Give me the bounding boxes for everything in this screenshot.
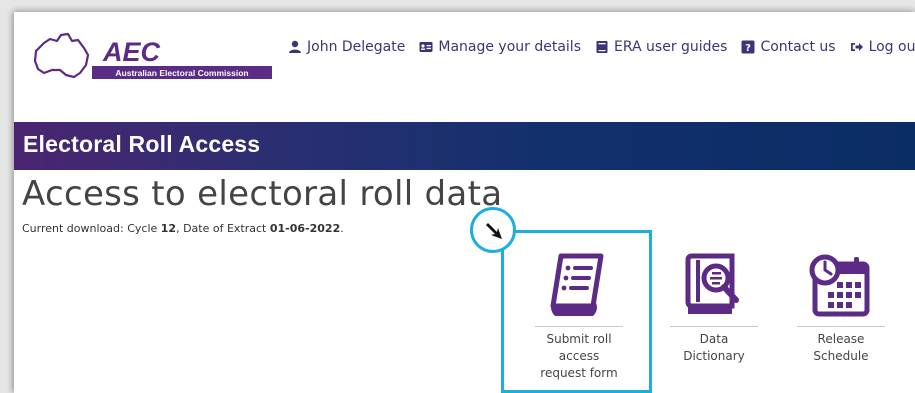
cycle-value: 12 (160, 222, 177, 235)
download-suffix: . (340, 222, 344, 235)
id-card-icon (419, 42, 433, 52)
logout-icon (850, 43, 863, 51)
current-download-info: Current download: Cycle 12, Date of Extr… (22, 222, 344, 235)
question-icon: ? (741, 40, 755, 54)
page-banner: Electoral Roll Access (14, 122, 915, 170)
contact-us-link[interactable]: ? Contact us (741, 39, 836, 55)
manage-details-link[interactable]: Manage your details (419, 39, 581, 55)
svg-text:Australian Electoral Commissio: Australian Electoral Commission (115, 68, 248, 78)
arrow-pointer-icon (486, 223, 502, 239)
data-dictionary-tile[interactable]: Data Dictionary (660, 250, 768, 365)
extract-date-value: 01-06-2022 (269, 222, 341, 235)
tile-divider (797, 326, 885, 327)
tile-divider (670, 326, 758, 327)
user-guides-label: ERA user guides (614, 39, 728, 55)
australia-map-icon (33, 32, 90, 79)
page-title: Access to electoral roll data (22, 174, 503, 214)
pointer-callout (470, 207, 516, 253)
banner-title: Electoral Roll Access (23, 131, 261, 157)
user-label: John Delegate (307, 39, 406, 55)
book-icon (596, 41, 608, 53)
highlight-box (501, 230, 652, 393)
dictionary-book-icon (685, 253, 739, 314)
aec-logo[interactable]: AEC Australian Electoral Commission (30, 29, 275, 85)
release-schedule-label: Release Schedule (813, 332, 869, 363)
log-out-label: Log out (868, 39, 915, 55)
log-out-link[interactable]: Log out (850, 39, 915, 55)
svg-text:AEC: AEC (102, 37, 161, 67)
release-schedule-tile[interactable]: Release Schedule (787, 250, 895, 365)
calendar-clock-icon (809, 254, 870, 317)
manage-details-label: Manage your details (438, 39, 581, 55)
user-guides-link[interactable]: ERA user guides (595, 39, 727, 55)
top-nav: John Delegate Manage your details ERA us… (288, 39, 915, 55)
contact-us-label: Contact us (760, 39, 836, 55)
data-dictionary-label: Data Dictionary (683, 332, 745, 363)
browser-page: AEC Australian Electoral Commission John… (14, 12, 915, 393)
user-icon (289, 40, 301, 53)
user-link[interactable]: John Delegate (288, 39, 405, 55)
download-prefix: Current download: Cycle (22, 222, 161, 235)
download-middle: , Date of Extract (176, 222, 270, 235)
svg-text:?: ? (746, 43, 752, 54)
